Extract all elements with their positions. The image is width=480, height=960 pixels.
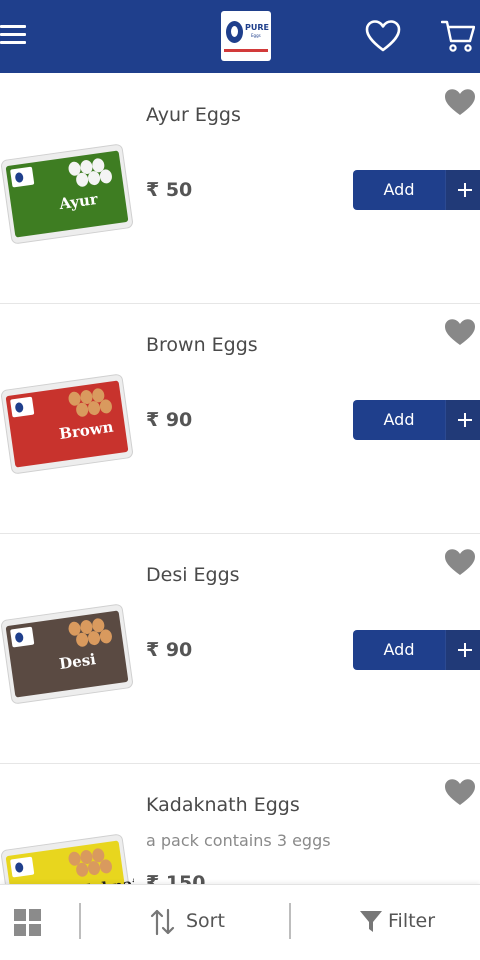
- filter-label: Filter: [388, 910, 436, 932]
- wishlist-heart-icon[interactable]: [365, 19, 401, 53]
- top-app-bar: PURE Eggs: [0, 0, 480, 73]
- product-price: ₹ 50: [146, 179, 193, 201]
- add-label: Add: [383, 180, 415, 199]
- product-image[interactable]: Desi: [0, 594, 134, 714]
- product-description: a pack contains 3 eggs: [146, 831, 331, 850]
- favorite-heart-icon[interactable]: [444, 318, 476, 346]
- product-name[interactable]: Kadaknath Eggs: [146, 794, 300, 816]
- product-price: ₹ 90: [146, 409, 193, 431]
- sort-button[interactable]: Sort: [150, 905, 250, 939]
- product-card[interactable]: Brown Brown Eggs ₹ 90 Add: [0, 304, 480, 534]
- product-card[interactable]: Desi Desi Eggs ₹ 90 Add: [0, 534, 480, 764]
- sort-label: Sort: [186, 910, 225, 932]
- add-to-cart-button[interactable]: Add: [353, 170, 480, 210]
- plus-icon[interactable]: [445, 170, 480, 210]
- sort-icon: [150, 908, 175, 936]
- divider: [289, 903, 291, 939]
- filter-button[interactable]: Filter: [357, 905, 457, 939]
- product-name[interactable]: Brown Eggs: [146, 334, 258, 356]
- cart-icon[interactable]: [440, 19, 476, 53]
- favorite-heart-icon[interactable]: [444, 778, 476, 806]
- menu-icon[interactable]: [0, 25, 26, 45]
- brand-logo[interactable]: PURE Eggs: [221, 11, 271, 61]
- bottom-action-bar: Sort Filter: [0, 884, 480, 960]
- divider: [79, 903, 81, 939]
- product-image[interactable]: Brown: [0, 364, 134, 484]
- grid-view-icon[interactable]: [14, 909, 41, 936]
- add-to-cart-button[interactable]: Add: [353, 400, 480, 440]
- plus-icon[interactable]: [445, 400, 480, 440]
- product-price: ₹ 90: [146, 639, 193, 661]
- product-card[interactable]: Ayur Ayur Eggs ₹ 50 Add: [0, 74, 480, 304]
- favorite-heart-icon[interactable]: [444, 88, 476, 116]
- product-name[interactable]: Desi Eggs: [146, 564, 240, 586]
- product-image[interactable]: Ayur: [0, 134, 134, 254]
- add-label: Add: [383, 640, 415, 659]
- filter-icon: [360, 911, 382, 932]
- add-to-cart-button[interactable]: Add: [353, 630, 480, 670]
- add-label: Add: [383, 410, 415, 429]
- plus-icon[interactable]: [445, 630, 480, 670]
- product-name[interactable]: Ayur Eggs: [146, 104, 241, 126]
- favorite-heart-icon[interactable]: [444, 548, 476, 576]
